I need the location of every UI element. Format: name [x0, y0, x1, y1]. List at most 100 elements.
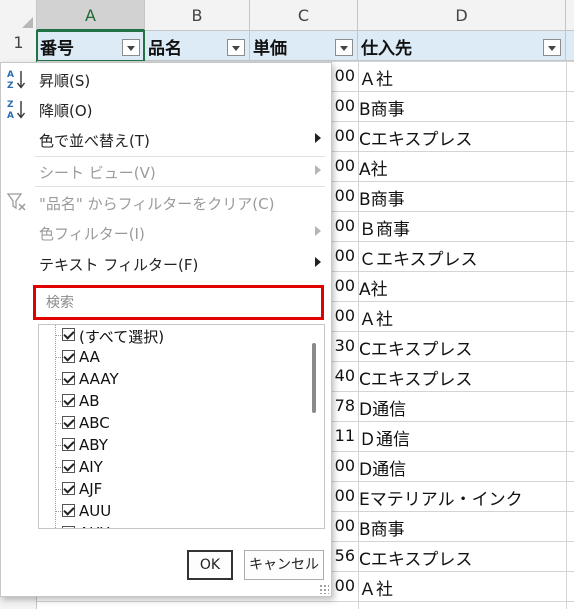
svg-text:A: A	[7, 111, 14, 120]
ok-button[interactable]: OK	[187, 550, 233, 580]
column-header-c[interactable]: C	[250, 0, 358, 31]
filter-value-label: ABC	[79, 414, 110, 432]
supplier-cell[interactable]: A社	[359, 155, 559, 180]
header-label-product: 品名	[148, 39, 182, 59]
header-cell-price[interactable]: 単価	[250, 31, 358, 61]
submenu-arrow-icon	[315, 133, 321, 143]
checkbox-checked[interactable]	[62, 504, 75, 517]
grid-line	[37, 601, 574, 602]
filter-value-label: AUY	[79, 524, 109, 528]
checkbox-checked[interactable]	[62, 526, 75, 528]
filter-value-item[interactable]: AB	[39, 390, 309, 412]
supplier-cell[interactable]: Cエキスプレス	[359, 545, 559, 570]
filter-value-item[interactable]: AJF	[39, 478, 309, 500]
submenu-arrow-icon	[315, 226, 321, 236]
submenu-arrow-icon	[315, 257, 321, 267]
supplier-cell[interactable]: B商事	[359, 515, 559, 540]
menu-color-filter-label: 色フィルター(I)	[39, 225, 145, 243]
svg-text:A: A	[7, 70, 14, 80]
supplier-cell[interactable]: Ｄ通信	[359, 425, 559, 450]
cancel-button[interactable]: キャンセル	[244, 550, 324, 580]
menu-clear-filter: "品名" からフィルターをクリア(C)	[1, 188, 331, 217]
filter-dropdown-button[interactable]	[335, 39, 353, 56]
supplier-cell[interactable]: Cエキスプレス	[359, 365, 559, 390]
menu-separator	[35, 186, 325, 187]
sort-descending-icon: Z A	[7, 100, 26, 120]
column-header-bar: A B C D	[0, 0, 574, 31]
supplier-cell[interactable]: B商事	[359, 95, 559, 120]
menu-sort-ascending-label: 昇順(S)	[39, 72, 91, 90]
column-header-b[interactable]: B	[145, 0, 250, 31]
menu-sheet-view: シート ビュー(V)	[1, 157, 331, 186]
supplier-cell[interactable]: Ａ社	[359, 575, 559, 600]
supplier-cell[interactable]: A社	[359, 275, 559, 300]
supplier-cell[interactable]: Eマテリアル・インク	[359, 485, 559, 510]
submenu-arrow-icon	[315, 165, 321, 175]
checkbox-checked[interactable]	[62, 416, 75, 429]
filter-dropdown-button[interactable]	[122, 39, 140, 56]
checkbox-checked[interactable]	[62, 372, 75, 385]
filter-value-item[interactable]: AIY	[39, 456, 309, 478]
row-number-1[interactable]: 1	[0, 33, 37, 52]
filter-value-label: AIY	[79, 458, 103, 476]
svg-text:Z: Z	[7, 81, 14, 90]
supplier-cell[interactable]: Ｃエキスプレス	[359, 245, 559, 270]
filter-value-label: AAAY	[79, 370, 119, 388]
menu-sort-by-color-label: 色で並べ替え(T)	[39, 132, 150, 150]
list-scrollbar-thumb[interactable]	[312, 343, 316, 413]
menu-sort-by-color[interactable]: 色で並べ替え(T)	[1, 125, 331, 154]
filter-value-item[interactable]: AAAY	[39, 368, 309, 390]
filter-value-item[interactable]: AUY	[39, 522, 309, 528]
supplier-cell[interactable]: B商事	[359, 185, 559, 210]
supplier-cell[interactable]: Cエキスプレス	[359, 125, 559, 150]
filter-value-item[interactable]: ABC	[39, 412, 309, 434]
column-header-d[interactable]: D	[358, 0, 566, 31]
filter-value-label: AB	[79, 392, 100, 410]
search-input[interactable]	[36, 288, 321, 317]
filter-value-label: (すべて選択)	[79, 328, 165, 346]
filter-dropdown-panel: A Z 昇順(S) Z A 降順(O) 色で並べ替え(T) シート ビュー(V)…	[0, 62, 332, 597]
header-cell-product[interactable]: 品名	[145, 31, 250, 61]
column-header-e[interactable]	[566, 0, 574, 31]
menu-text-filter[interactable]: テキスト フィルター(F)	[1, 249, 331, 278]
checkbox-checked[interactable]	[62, 350, 75, 363]
svg-text:Z: Z	[7, 100, 14, 110]
supplier-cell[interactable]: Ａ社	[359, 65, 559, 90]
menu-sort-descending-label: 降順(O)	[39, 102, 93, 120]
filter-value-label: AUU	[79, 502, 112, 520]
filter-dropdown-button[interactable]	[543, 39, 561, 56]
header-label-price: 単価	[253, 39, 287, 59]
supplier-cell[interactable]: Cエキスプレス	[359, 335, 559, 360]
menu-sort-ascending[interactable]: A Z 昇順(S)	[1, 65, 331, 94]
checkbox-checked[interactable]	[62, 394, 75, 407]
sort-ascending-icon: A Z	[7, 70, 26, 90]
filter-value-item[interactable]: ABY	[39, 434, 309, 456]
checkbox-checked[interactable]	[62, 460, 75, 473]
checkbox-checked[interactable]	[62, 328, 75, 341]
menu-sheet-view-label: シート ビュー(V)	[39, 164, 156, 182]
select-all-corner[interactable]	[0, 0, 37, 31]
filter-value-item[interactable]: AUU	[39, 500, 309, 522]
search-box[interactable]	[33, 285, 324, 320]
checkbox-checked[interactable]	[62, 438, 75, 451]
filter-dropdown-button[interactable]	[227, 39, 245, 56]
checkbox-checked[interactable]	[62, 482, 75, 495]
filter-value-item[interactable]: AA	[39, 346, 309, 368]
header-label-number: 番号	[40, 39, 74, 59]
supplier-cell[interactable]: Ｂ商事	[359, 215, 559, 240]
header-cell-extra[interactable]	[566, 31, 574, 61]
column-header-a[interactable]: A	[37, 0, 145, 31]
supplier-cell[interactable]: Ａ社	[359, 305, 559, 330]
supplier-cell[interactable]: D通信	[359, 395, 559, 420]
select-all-item[interactable]: (すべて選択)	[39, 325, 309, 346]
supplier-cell[interactable]: D通信	[359, 455, 559, 480]
menu-clear-filter-label: "品名" からフィルターをクリア(C)	[39, 195, 275, 213]
header-cell-number[interactable]: 番号	[37, 31, 145, 61]
menu-color-filter: 色フィルター(I)	[1, 218, 331, 247]
resize-grip-icon[interactable]	[319, 584, 329, 594]
menu-sort-descending[interactable]: Z A 降順(O)	[1, 95, 331, 124]
header-cell-supplier[interactable]: 仕入先	[358, 31, 566, 61]
menu-text-filter-label: テキスト フィルター(F)	[39, 256, 199, 274]
clear-filter-icon	[7, 193, 26, 211]
filter-value-list[interactable]: (すべて選択) AA AAAY AB ABC ABY AIY AJF AUU AUY	[38, 324, 325, 529]
